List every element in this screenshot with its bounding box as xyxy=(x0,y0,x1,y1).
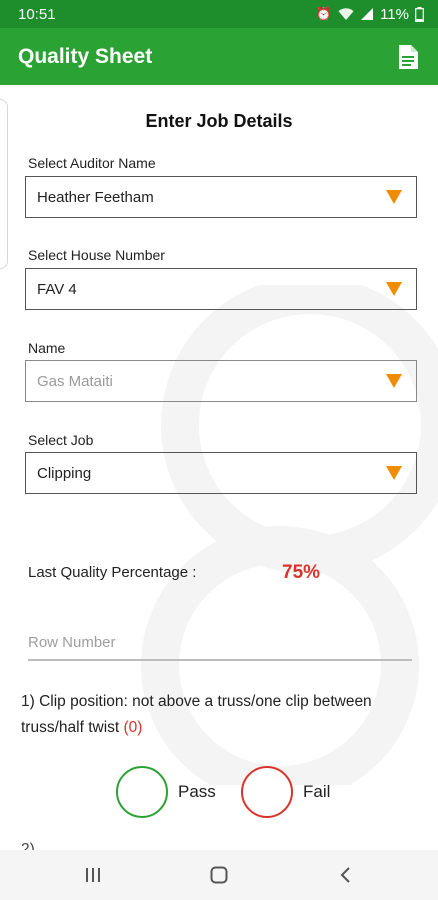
back-icon xyxy=(340,867,350,883)
fail-option[interactable]: Fail xyxy=(241,765,330,819)
job-dropdown[interactable]: Clipping xyxy=(25,452,417,494)
app-title: Quality Sheet xyxy=(18,44,153,68)
dropdown-arrow-icon xyxy=(386,282,402,296)
recent-apps-icon xyxy=(86,868,100,882)
pass-option[interactable]: Pass xyxy=(116,765,216,819)
dropdown-arrow-icon xyxy=(386,190,402,204)
status-bar: 10:51 ⏰ 11% xyxy=(0,0,438,28)
question-1: 1) Clip position: not above a truss/one … xyxy=(21,689,421,741)
last-quality-label: Last Quality Percentage : xyxy=(28,564,197,581)
fail-label: Fail xyxy=(303,782,331,801)
last-quality-value: 75% xyxy=(282,562,321,583)
name-dropdown[interactable]: Gas Mataiti xyxy=(25,360,417,402)
house-value: FAV 4 xyxy=(37,280,77,298)
auditor-label: Select Auditor Name xyxy=(28,155,156,171)
main-content[interactable]: Enter Job Details Select Auditor Name He… xyxy=(0,85,438,850)
dropdown-arrow-icon xyxy=(386,374,402,388)
app-bar: Quality Sheet xyxy=(0,28,438,85)
name-label: Name xyxy=(28,340,66,356)
fail-radio-icon[interactable] xyxy=(241,766,293,818)
auditor-dropdown[interactable]: Heather Feetham xyxy=(25,176,417,218)
pass-radio-icon[interactable] xyxy=(116,766,168,818)
dropdown-arrow-icon xyxy=(386,466,402,480)
job-value: Clipping xyxy=(37,464,92,482)
battery-icon xyxy=(415,6,424,22)
system-nav-bar xyxy=(0,850,438,900)
alarm-icon: ⏰ xyxy=(315,6,333,21)
pass-label: Pass xyxy=(178,782,216,801)
house-dropdown[interactable]: FAV 4 xyxy=(25,268,417,310)
recent-apps-button[interactable] xyxy=(73,855,113,895)
job-label: Select Job xyxy=(28,432,94,448)
status-icons: ⏰ 11% xyxy=(316,6,424,23)
home-button[interactable] xyxy=(199,855,239,895)
document-icon[interactable] xyxy=(394,43,422,71)
auditor-value: Heather Feetham xyxy=(37,188,154,206)
form-heading: Enter Job Details xyxy=(145,111,293,131)
question-1-text: 1) Clip position: not above a truss/one … xyxy=(21,693,372,736)
name-value: Gas Mataiti xyxy=(37,372,113,390)
back-button[interactable] xyxy=(325,855,365,895)
row-number-input[interactable] xyxy=(28,625,412,661)
question-1-score: (0) xyxy=(123,719,143,736)
battery-percent: 11% xyxy=(380,5,409,23)
wifi-icon xyxy=(338,8,354,20)
house-label: Select House Number xyxy=(28,247,165,263)
home-icon xyxy=(210,866,228,884)
status-time: 10:51 xyxy=(18,5,56,23)
question-2-partial: 2) ... xyxy=(21,841,53,850)
signal-icon xyxy=(361,8,374,20)
